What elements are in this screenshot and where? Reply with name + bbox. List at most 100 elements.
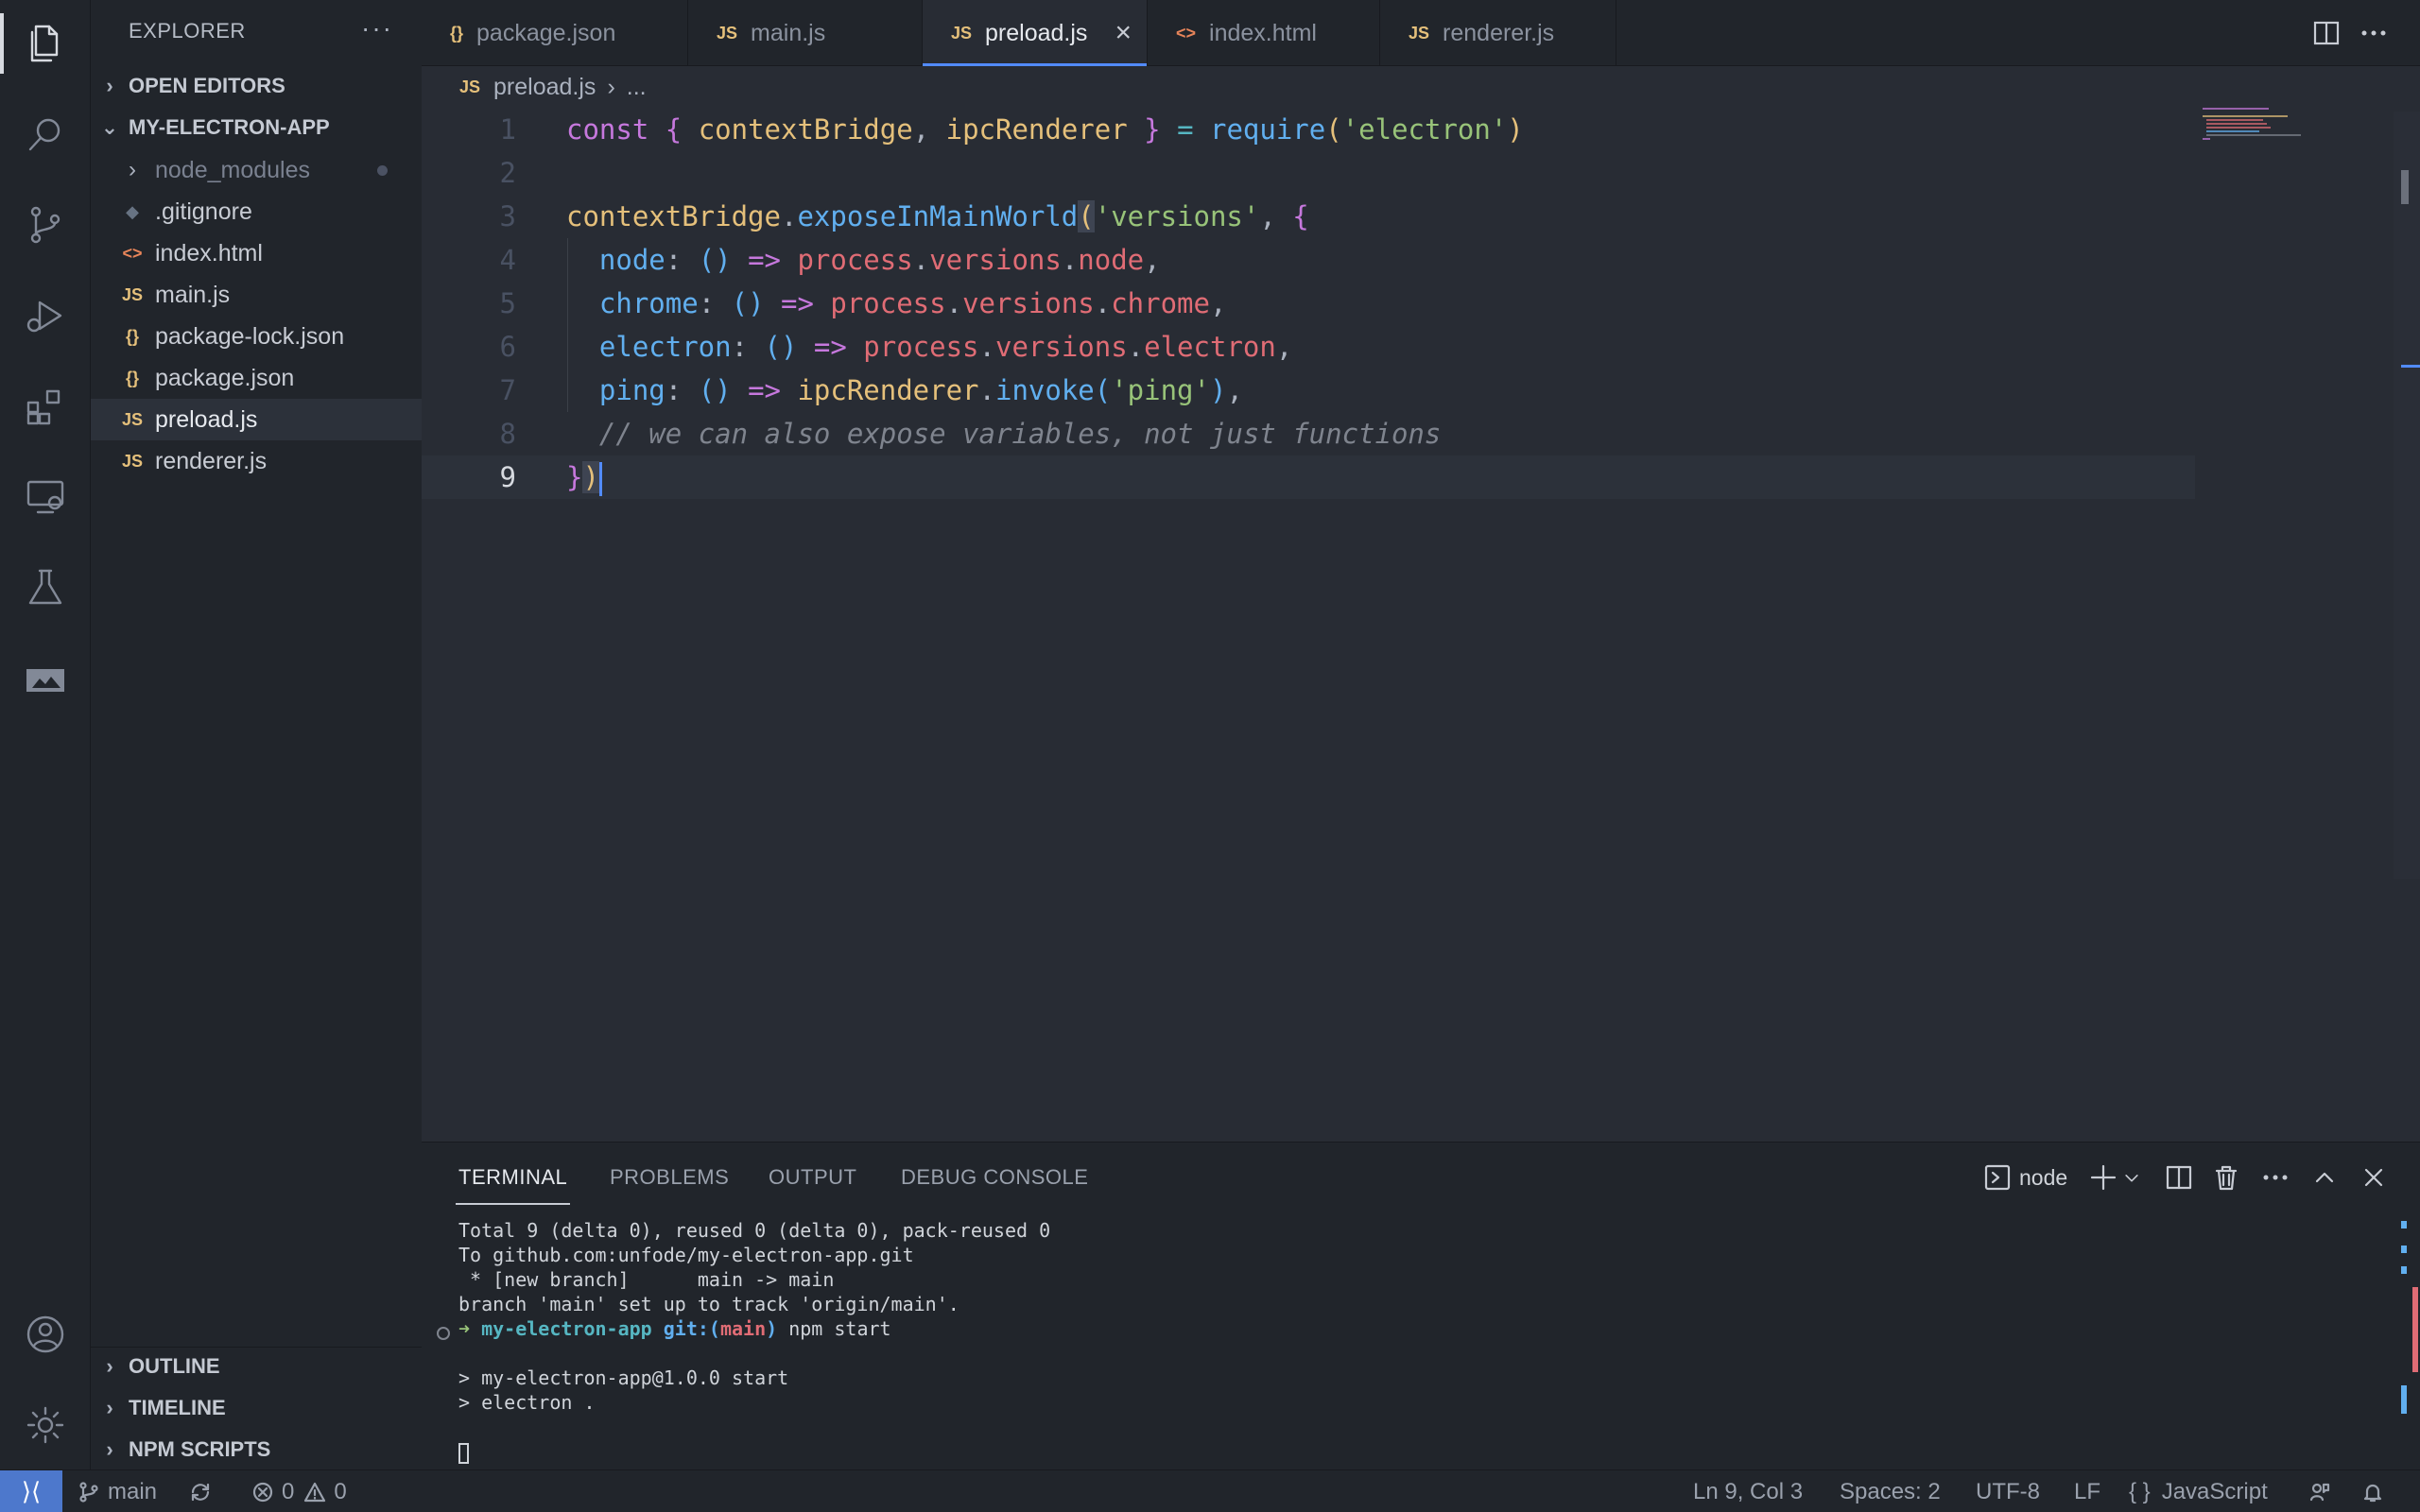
- split-editor-icon[interactable]: [2310, 17, 2342, 49]
- notifications-bell-icon[interactable]: [2361, 1470, 2392, 1512]
- code-token: =: [1177, 113, 1194, 146]
- editor-scrollbar[interactable]: [2394, 112, 2420, 879]
- section-label: MY-ELECTRON-APP: [129, 115, 330, 139]
- terminal-line: * [new branch] main -> main: [458, 1268, 835, 1291]
- code-token: const: [566, 113, 649, 146]
- code-token: process: [797, 244, 913, 276]
- code-line: 8 // we can also expose variables, not j…: [422, 412, 2195, 455]
- encoding[interactable]: UTF-8: [1976, 1470, 2040, 1512]
- bottom-panel: TERMINAL PROBLEMS OUTPUT DEBUG CONSOLE n…: [422, 1142, 2420, 1469]
- scroll-mark: [2401, 1266, 2407, 1274]
- code-token: ipcRenderer: [797, 374, 979, 406]
- terminal-shell-icon[interactable]: [1983, 1163, 2012, 1192]
- open-editors-section[interactable]: › OPEN EDITORS: [91, 65, 422, 107]
- code-token: =>: [764, 287, 831, 319]
- tree-file-index-html[interactable]: <> index.html: [91, 232, 422, 274]
- feedback-icon[interactable]: [2308, 1470, 2339, 1512]
- tree-folder-node-modules[interactable]: › node_modules: [91, 149, 422, 191]
- maximize-panel-icon[interactable]: [2310, 1163, 2339, 1192]
- tab-problems[interactable]: PROBLEMS: [610, 1165, 729, 1190]
- code-token: }: [566, 461, 583, 493]
- tab-debug-console[interactable]: DEBUG CONSOLE: [901, 1165, 1088, 1190]
- chevron-right-icon: ›: [106, 1396, 113, 1419]
- add-terminal-icon[interactable]: [2089, 1163, 2118, 1192]
- tab-index-html[interactable]: <> index.html: [1148, 0, 1380, 66]
- minimap[interactable]: [2203, 106, 2316, 144]
- html-icon: <>: [122, 243, 143, 263]
- tree-file-preload-js[interactable]: JS preload.js: [91, 399, 422, 440]
- code-line-current: 9 }): [422, 455, 2195, 499]
- run-debug-icon[interactable]: [0, 278, 91, 353]
- code-token: }: [1127, 113, 1178, 146]
- code-token: (): [731, 287, 765, 319]
- tree-file-gitignore[interactable]: ◆ .gitignore: [91, 191, 422, 232]
- breadcrumb-separator: ›: [607, 73, 615, 100]
- accounts-icon[interactable]: [0, 1297, 91, 1372]
- breadcrumb: JS preload.js › ...: [422, 66, 647, 108]
- source-control-icon[interactable]: [0, 187, 91, 263]
- js-icon: JS: [121, 409, 144, 429]
- outline-section[interactable]: › OUTLINE: [91, 1346, 422, 1387]
- tab-output[interactable]: OUTPUT: [769, 1165, 856, 1190]
- code-line: 5 chrome: () => process.versions.chrome,: [422, 282, 2195, 325]
- status-bar: ⟩⟨ main 0 0 Ln 9, Col 3 Spaces: 2 UTF-8 …: [0, 1469, 2420, 1512]
- breadcrumb-file[interactable]: preload.js: [493, 74, 596, 101]
- cursor-position[interactable]: Ln 9, Col 3: [1693, 1470, 1803, 1512]
- split-terminal-icon[interactable]: [2165, 1163, 2193, 1192]
- trash-icon[interactable]: [2212, 1163, 2240, 1192]
- indentation[interactable]: Spaces: 2: [1840, 1470, 1941, 1512]
- line-number: 1: [499, 113, 516, 146]
- terminal-line: Total 9 (delta 0), reused 0 (delta 0), p…: [458, 1219, 1051, 1242]
- tab-terminal[interactable]: TERMINAL: [455, 1165, 571, 1205]
- close-tab-icon[interactable]: ×: [1115, 17, 1132, 49]
- tab-package-json[interactable]: {} package.json: [422, 0, 688, 66]
- json-icon: {}: [450, 23, 464, 43]
- js-icon: JS: [1409, 23, 1430, 43]
- chevron-down-icon[interactable]: [2121, 1163, 2142, 1192]
- code-token: .: [1127, 331, 1145, 363]
- tree-file-package-json[interactable]: {} package.json: [91, 357, 422, 399]
- code-line: 1 const { contextBridge, ipcRenderer } =…: [422, 108, 2195, 151]
- code-token: ,: [1226, 374, 1243, 406]
- end-of-line[interactable]: LF: [2074, 1470, 2100, 1512]
- settings-gear-icon[interactable]: [0, 1387, 91, 1463]
- code-editor[interactable]: 1 const { contextBridge, ipcRenderer } =…: [422, 108, 2420, 1142]
- scroll-thumb[interactable]: [2401, 170, 2409, 204]
- timeline-section[interactable]: › TIMELINE: [91, 1387, 422, 1429]
- problems-indicator[interactable]: 0 0: [251, 1470, 347, 1512]
- more-actions-icon[interactable]: [2358, 17, 2390, 49]
- sync-icon[interactable]: [189, 1470, 219, 1512]
- npm-scripts-section[interactable]: › NPM SCRIPTS: [91, 1429, 422, 1470]
- remote-indicator-icon[interactable]: ⟩⟨: [0, 1470, 62, 1512]
- project-section[interactable]: ⌄ MY-ELECTRON-APP: [91, 107, 422, 148]
- close-panel-icon[interactable]: [2360, 1163, 2388, 1192]
- braces-icon: { }: [2129, 1478, 2151, 1504]
- code-token: :: [698, 287, 732, 319]
- sidebar: EXPLORER ··· › OPEN EDITORS ⌄ MY-ELECTRO…: [91, 0, 422, 1469]
- more-actions-icon[interactable]: ···: [361, 13, 393, 43]
- prompt-close: ): [766, 1317, 778, 1340]
- tab-main-js[interactable]: JS main.js: [688, 0, 923, 66]
- testing-icon[interactable]: [0, 550, 91, 626]
- tab-preload-js[interactable]: JS preload.js ×: [923, 0, 1148, 66]
- language-mode[interactable]: { } JavaScript: [2129, 1470, 2268, 1512]
- code-token: contextBridge: [566, 200, 781, 232]
- breadcrumb-symbols[interactable]: ...: [627, 74, 647, 101]
- branch-indicator[interactable]: main: [78, 1470, 157, 1512]
- more-actions-icon[interactable]: [2261, 1163, 2290, 1192]
- tree-file-package-lock-json[interactable]: {} package-lock.json: [91, 316, 422, 357]
- code-token: node: [1078, 244, 1145, 276]
- terminal-output[interactable]: Total 9 (delta 0), reused 0 (delta 0), p…: [458, 1218, 1050, 1464]
- shell-name[interactable]: node: [2019, 1165, 2067, 1191]
- search-icon[interactable]: [0, 96, 91, 172]
- explorer-icon[interactable]: [0, 6, 91, 81]
- tree-file-main-js[interactable]: JS main.js: [91, 274, 422, 316]
- extensions-icon[interactable]: [0, 369, 91, 444]
- remote-explorer-icon[interactable]: [0, 459, 91, 535]
- tree-file-renderer-js[interactable]: JS renderer.js: [91, 440, 422, 482]
- code-token: (): [698, 244, 732, 276]
- code-token: versions: [994, 331, 1128, 363]
- docker-icon[interactable]: [0, 641, 91, 716]
- tab-renderer-js[interactable]: JS renderer.js: [1380, 0, 1616, 66]
